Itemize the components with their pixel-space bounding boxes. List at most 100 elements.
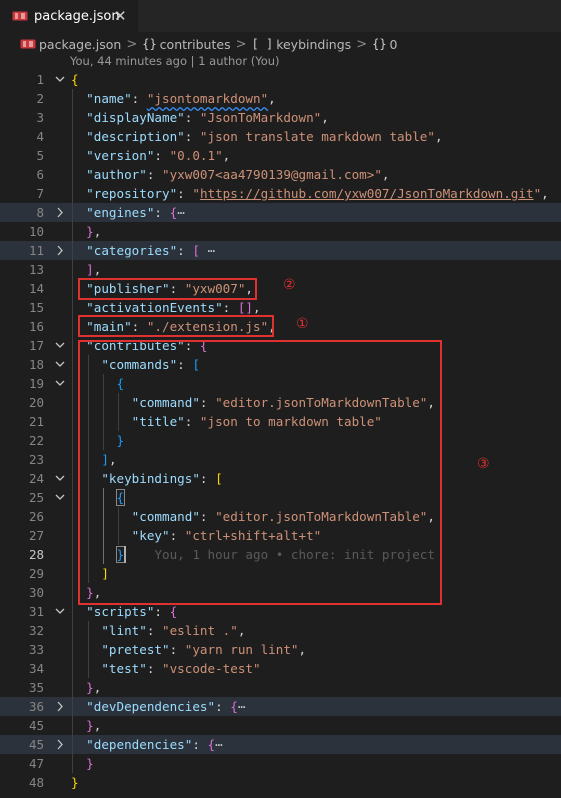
- json-key: "version": [86, 148, 155, 163]
- line-number: 26: [28, 509, 44, 524]
- line-number: 34: [28, 661, 44, 676]
- line-number: 4: [36, 129, 44, 144]
- line-number: 13: [28, 262, 44, 277]
- line-number: 31: [28, 604, 44, 619]
- json-value: "vscode-test": [162, 661, 261, 676]
- line-number: 16: [28, 319, 44, 334]
- json-key: "categories": [86, 243, 178, 258]
- chevron-right-icon[interactable]: [54, 203, 66, 222]
- breadcrumb-file[interactable]: package.json: [39, 37, 121, 52]
- code-line: 5 "version": "0.0.1",: [0, 146, 561, 165]
- code-line: 11 "categories": [ ⋯: [0, 241, 561, 260]
- line-number: 27: [28, 528, 44, 543]
- line-number: 36: [28, 699, 44, 714]
- line-number: 33: [28, 642, 44, 657]
- line-number: 28: [28, 547, 44, 562]
- json-value: "0.0.1": [169, 148, 223, 163]
- json-value: "JsonToMarkdown": [199, 110, 322, 125]
- json-key: "pretest": [101, 642, 170, 657]
- chevron-down-icon[interactable]: [54, 374, 66, 393]
- line-number: 5: [36, 148, 44, 163]
- chevron-down-icon[interactable]: [54, 488, 66, 507]
- code-line: 34 "test": "vscode-test": [0, 659, 561, 678]
- code-line: 48 }: [0, 773, 561, 792]
- json-value: "yarn run lint": [184, 642, 299, 657]
- breadcrumb-item-0[interactable]: 0: [390, 37, 398, 52]
- line-number: 18: [28, 357, 44, 372]
- code-line: 10 },: [0, 222, 561, 241]
- annotation-marker-one: ①: [296, 316, 309, 332]
- line-number: 20: [28, 395, 44, 410]
- repository-link[interactable]: https://github.com/yxw007/JsonToMarkdown…: [200, 186, 534, 201]
- code-line: 36 "devDependencies": {⋯: [0, 697, 561, 716]
- object-icon: {}: [372, 37, 387, 51]
- indent-guide: [72, 89, 73, 773]
- json-value: "jsontomarkdown": [146, 91, 269, 106]
- json-key: "description": [86, 129, 185, 144]
- highlight-box-publisher: [78, 278, 257, 300]
- json-key: "test": [101, 661, 147, 676]
- line-number: 45: [28, 718, 44, 733]
- tab-package-json[interactable]: package.json ✕: [0, 0, 138, 32]
- close-icon[interactable]: ✕: [114, 6, 127, 26]
- code-line: 45 "dependencies": {⋯: [0, 735, 561, 754]
- code-line: 33 "pretest": "yarn run lint",: [0, 640, 561, 659]
- code-line: 32 "lint": "eslint .",: [0, 621, 561, 640]
- tab-bar: package.json ✕: [0, 0, 561, 32]
- line-number: 17: [28, 338, 44, 353]
- line-number: 1: [36, 72, 44, 87]
- json-key: "author": [86, 167, 147, 182]
- breadcrumb: package.json > {} contributes > [ ] keyb…: [0, 34, 398, 54]
- indent-guide: [88, 621, 89, 678]
- json-quote: ": [192, 186, 200, 201]
- folded-ellipsis[interactable]: ⋯: [177, 205, 185, 220]
- code-line: 2 "name": "jsontomarkdown",: [0, 89, 561, 108]
- chevron-down-icon[interactable]: [54, 602, 66, 621]
- chevron-right-icon[interactable]: [54, 735, 66, 754]
- breadcrumb-separator: >: [126, 36, 138, 52]
- annotation-marker-three: ③: [477, 456, 490, 472]
- code-line: 6 "author": "yxw007<aa4790139@gmail.com>…: [0, 165, 561, 184]
- chevron-down-icon[interactable]: [54, 469, 66, 488]
- line-number: 21: [28, 414, 44, 429]
- chevron-down-icon[interactable]: [54, 70, 66, 89]
- folded-ellipsis[interactable]: ⋯: [208, 243, 216, 258]
- line-number: 25: [28, 490, 44, 505]
- highlight-box-contributes: [78, 340, 442, 605]
- line-number: 22: [28, 433, 44, 448]
- json-key: "lint": [101, 623, 147, 638]
- codelens-blame[interactable]: You, 44 minutes ago | 1 author (You): [70, 54, 280, 68]
- line-number: 47: [28, 756, 44, 771]
- folded-ellipsis[interactable]: ⋯: [238, 699, 246, 714]
- line-number: 29: [28, 566, 44, 581]
- line-number: 32: [28, 623, 44, 638]
- folded-ellipsis[interactable]: ⋯: [215, 737, 223, 752]
- tab-title: package.json: [34, 8, 120, 24]
- json-key: "displayName": [86, 110, 185, 125]
- annotation-marker-two: ②: [283, 277, 296, 293]
- object-icon: {}: [142, 37, 157, 51]
- code-line: 45 },: [0, 716, 561, 735]
- json-key: "devDependencies": [86, 699, 216, 714]
- breadcrumb-keybindings[interactable]: keybindings: [276, 37, 351, 52]
- code-line: 4 "description": "json translate markdow…: [0, 127, 561, 146]
- line-number: 3: [36, 110, 44, 125]
- json-value: "json translate markdown table": [199, 129, 435, 144]
- code-line: 3 "displayName": "JsonToMarkdown",: [0, 108, 561, 127]
- chevron-right-icon[interactable]: [54, 241, 66, 260]
- breadcrumb-contributes[interactable]: contributes: [160, 37, 231, 52]
- json-key: "name": [86, 91, 132, 106]
- chevron-down-icon[interactable]: [54, 355, 66, 374]
- json-file-icon: [12, 11, 28, 21]
- json-key: "scripts": [86, 604, 155, 619]
- line-number: 24: [28, 471, 44, 486]
- chevron-right-icon[interactable]: [54, 697, 66, 716]
- json-file-icon: [20, 39, 36, 49]
- json-key: "activationEvents": [86, 300, 223, 315]
- line-number: 2: [36, 91, 44, 106]
- line-number: 11: [28, 243, 44, 258]
- line-number: 23: [28, 452, 44, 467]
- json-key: "dependencies": [86, 737, 193, 752]
- code-line: 47 }: [0, 754, 561, 773]
- chevron-down-icon[interactable]: [54, 336, 66, 355]
